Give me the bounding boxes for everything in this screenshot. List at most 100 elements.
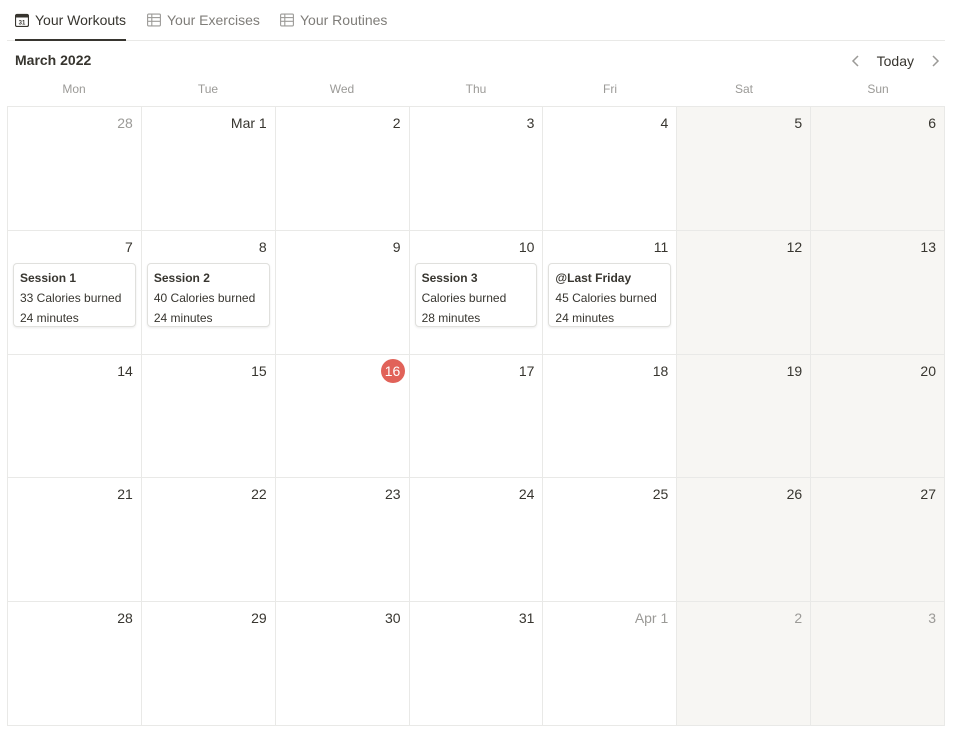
event-duration: 24 minutes: [153, 310, 213, 325]
weekday-label: Tue: [197, 82, 219, 96]
calendar-grid: 28 Mar 1 2 3 4 5 6 7 Session 1 33 Calories burned…: [7, 106, 945, 726]
calendar-day-cell[interactable]: 23: [275, 478, 410, 603]
calendar-day-cell[interactable]: 28: [8, 107, 142, 231]
today-button[interactable]: Today: [877, 53, 914, 69]
chevron-left-icon[interactable]: [849, 54, 863, 68]
calendar-nav: Today: [849, 50, 942, 72]
event-title: Session 2: [153, 270, 210, 285]
tab-label: Your Workouts: [35, 12, 127, 28]
calendar-day-cell[interactable]: 31: [409, 602, 544, 726]
date-number: 29: [251, 610, 267, 627]
calendar-day-cell[interactable]: 9: [275, 230, 410, 355]
calendar-day-cell[interactable]: 29: [141, 602, 276, 726]
calendar-day-cell[interactable]: 27: [811, 478, 945, 603]
event-title: @Last Friday: [555, 270, 632, 285]
workout-event-card[interactable]: Session 1 33 Calories burned 24 minutes: [13, 262, 136, 327]
calendar-day-cell[interactable]: 15: [141, 354, 276, 479]
date-number: 15: [251, 362, 267, 379]
workout-event-card[interactable]: Session 2 40 Calories burned 24 minutes: [146, 262, 270, 327]
calendar-day-cell[interactable]: 5: [677, 107, 812, 231]
date-number: 14: [117, 362, 133, 379]
calendar-icon: 31: [15, 13, 29, 27]
weekday-label: Sun: [867, 82, 889, 96]
weekday-label: Fri: [603, 82, 617, 96]
tab-label: Your Routines: [300, 12, 388, 28]
date-number: 24: [518, 486, 535, 503]
date-number: 17: [518, 362, 535, 379]
calendar-day-cell[interactable]: 16: [275, 354, 410, 479]
chevron-right-icon[interactable]: [928, 54, 942, 68]
date-number: 5: [794, 115, 803, 131]
calendar-day-cell[interactable]: 14: [8, 354, 142, 479]
workout-event-card[interactable]: @Last Friday 45 Calories burned 24 minutes: [548, 262, 672, 327]
calendar-day-cell[interactable]: 24: [409, 478, 544, 603]
calendar-day-cell[interactable]: 2: [677, 602, 812, 726]
date-number: 18: [652, 362, 669, 379]
calendar-day-cell[interactable]: 28: [8, 602, 142, 726]
calendar-day-cell[interactable]: 10 Session 3 Calories burned 28 minutes: [409, 230, 544, 355]
date-number: 4: [660, 115, 669, 131]
workout-event-card[interactable]: Session 3 Calories burned 28 minutes: [414, 262, 538, 327]
event-calories: Calories burned: [421, 290, 507, 305]
table-icon: [280, 13, 294, 27]
date-number: 28: [117, 115, 133, 131]
table-icon: [147, 13, 161, 27]
weekday-label: Wed: [329, 82, 355, 96]
calendar-day-cell[interactable]: Apr 1: [543, 602, 678, 726]
calendar-day-cell[interactable]: 30: [275, 602, 410, 726]
calendar-day-cell[interactable]: 13: [811, 230, 945, 355]
calendar-day-cell[interactable]: 2: [275, 107, 410, 231]
weekday-header: Mon Tue Wed Thu Fri Sat Sun: [7, 82, 945, 100]
calendar-day-cell[interactable]: 4: [543, 107, 678, 231]
date-number: 11: [653, 238, 669, 255]
calendar-day-cell[interactable]: 20: [811, 354, 945, 479]
calendar-day-cell[interactable]: 3: [811, 602, 945, 726]
event-duration: 28 minutes: [421, 310, 481, 325]
calendar-day-cell[interactable]: 21: [8, 478, 142, 603]
calendar-day-cell[interactable]: Mar 1: [141, 107, 276, 231]
date-number: 30: [384, 610, 401, 627]
tab-your-workouts[interactable]: 31 Your Workouts: [15, 0, 127, 41]
svg-text:31: 31: [19, 21, 26, 27]
date-number: 19: [786, 362, 803, 379]
calendar-day-cell[interactable]: 17: [409, 354, 544, 479]
date-number: 31: [518, 610, 535, 627]
calendar-day-cell[interactable]: 19: [677, 354, 812, 479]
event-calories: 45 Calories burned: [555, 290, 657, 305]
today-date-badge: 16: [380, 358, 405, 383]
date-number: 2: [794, 610, 803, 627]
calendar-day-cell[interactable]: 12: [677, 230, 812, 355]
date-number: 28: [117, 610, 133, 627]
tab-label: Your Exercises: [167, 12, 260, 28]
calendar-day-cell[interactable]: 11 @Last Friday 45 Calories burned 24 minut…: [543, 230, 678, 355]
date-number: 22: [251, 486, 267, 503]
calendar-day-cell[interactable]: 3: [409, 107, 544, 231]
month-title: March 2022: [15, 52, 92, 68]
date-number: 10: [518, 238, 535, 255]
calendar-day-cell[interactable]: 26: [677, 478, 812, 603]
date-number: 13: [920, 238, 936, 255]
date-number: 7: [125, 238, 133, 255]
date-number: 25: [652, 486, 669, 503]
event-title: Session 1: [20, 270, 77, 285]
calendar-day-cell[interactable]: 18: [543, 354, 678, 479]
date-number: 20: [920, 362, 936, 379]
calendar-day-cell[interactable]: 25: [543, 478, 678, 603]
date-number: 3: [526, 115, 535, 131]
calendar-day-cell[interactable]: 8 Session 2 40 Calories burned 24 minutes: [141, 230, 276, 355]
tab-your-exercises[interactable]: Your Exercises: [147, 0, 260, 40]
weekday-label: Sat: [734, 82, 753, 96]
event-duration: 24 minutes: [20, 310, 79, 325]
tab-your-routines[interactable]: Your Routines: [280, 0, 387, 40]
date-number: 8: [258, 238, 267, 255]
weekday-label: Mon: [62, 82, 86, 96]
event-duration: 24 minutes: [555, 310, 615, 325]
date-number: Apr 1: [634, 610, 669, 627]
calendar-day-cell[interactable]: 22: [141, 478, 276, 603]
date-number: 3: [928, 610, 936, 627]
calendar-day-cell[interactable]: 7 Session 1 33 Calories burned 24 minutes: [8, 230, 142, 355]
view-tabs: 31 Your Workouts Your Exercises Your Rou…: [7, 0, 945, 41]
date-number: 9: [392, 238, 401, 255]
event-calories: 40 Calories burned: [153, 290, 256, 305]
calendar-day-cell[interactable]: 6: [811, 107, 945, 231]
